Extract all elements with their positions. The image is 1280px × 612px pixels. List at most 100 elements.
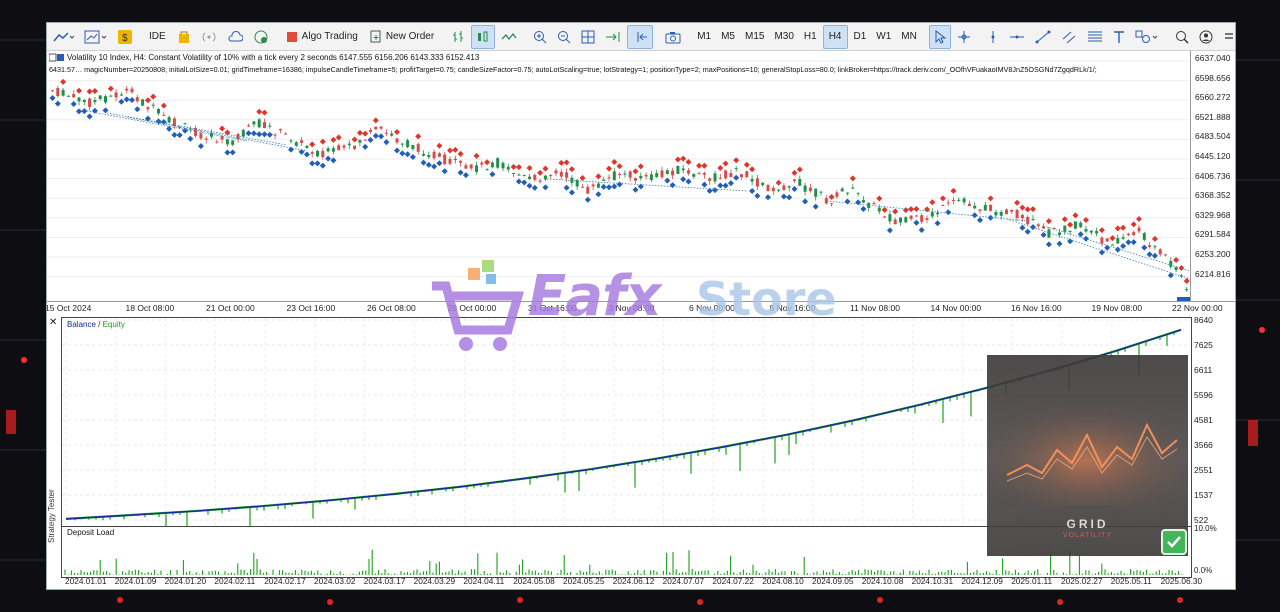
buy-marker [542,184,549,191]
price-scale[interactable]: 6637.040 6598.656 6560.272 6521.888 6483.504… [1190,51,1235,301]
candle-body [581,186,584,188]
candle-body [962,198,966,203]
sell-marker [796,166,803,173]
account-button[interactable] [1195,26,1217,48]
signals-button[interactable] [197,26,221,48]
timeframe-m1[interactable]: M1 [692,31,716,42]
timeframe-m5[interactable]: M5 [716,31,740,42]
chart-template-button[interactable] [80,26,112,48]
candle-body [326,148,330,152]
candle-body [920,215,924,222]
horizontal-line-button[interactable] [1005,26,1029,48]
buy-marker [1077,231,1084,238]
buy-marker [1151,252,1158,259]
timeframe-mn[interactable]: MN [896,31,922,42]
bar-chart-button[interactable] [447,26,469,48]
buy-marker [224,149,231,156]
candle-body [634,178,637,181]
new-order-button[interactable]: New Order [365,26,439,48]
timeframe-h1[interactable]: H1 [799,31,822,42]
price-tick-label: 6253.200 [1195,249,1231,259]
candle-body [1015,209,1019,219]
vps-button[interactable] [223,26,247,48]
sell-marker [876,195,883,202]
volatility-fire-graphic [987,395,1188,505]
vertical-line-button[interactable] [983,26,1003,48]
candle-body [914,215,918,217]
candle-body [247,125,251,127]
text-button[interactable] [1109,26,1129,48]
camera-icon [665,31,681,43]
ea-parameters-line: 6431.57… magicNumber=20250808; initialLo… [49,65,1097,74]
sell-marker [722,160,729,167]
timeframe-d1[interactable]: D1 [849,31,872,42]
buy-marker [288,146,294,153]
sell-marker [372,117,379,124]
autoscroll-icon [606,31,620,42]
channel-button[interactable] [1057,26,1081,48]
buy-marker [945,209,952,216]
chart-shift-button[interactable] [627,24,654,49]
buy-marker [420,159,427,166]
buy-marker [812,203,819,210]
algo-trading-button[interactable]: Algo Trading [281,26,363,48]
zoom-in-button[interactable] [529,26,551,48]
search-button[interactable] [1171,26,1193,48]
buy-marker [722,182,729,189]
buy-marker [134,106,141,113]
sell-marker [881,206,888,213]
timeframe-h4[interactable]: H4 [822,24,848,49]
line-button[interactable] [497,26,521,48]
candle-body [538,180,542,182]
candle-body [273,134,277,136]
candle-body [422,153,425,156]
candle-body [400,143,404,145]
chart-type-button[interactable] [48,26,78,48]
shapes-button[interactable] [1131,26,1163,48]
signal-strength-button[interactable] [1219,26,1235,48]
candle-body [406,140,410,148]
candle-body [437,153,441,157]
candle-body [602,179,606,181]
candle-body [771,187,775,192]
candle-body [681,168,685,171]
screenshot-button[interactable] [661,26,685,48]
candlestick-button[interactable] [471,24,496,49]
signal-icon [202,32,216,41]
candle-body [252,121,256,125]
sell-marker [60,78,67,85]
candle-body [1100,237,1104,244]
candle-body [183,123,187,125]
buy-marker [171,131,178,138]
web-button[interactable] [249,26,273,48]
tile-windows-button[interactable] [577,26,599,48]
sell-marker [791,169,798,176]
dollar-button[interactable]: $ [114,26,136,48]
autoscroll-button[interactable] [601,26,625,48]
buy-marker [86,113,93,120]
timeframe-m15[interactable]: M15 [740,31,769,42]
ide-button[interactable]: IDE [144,26,171,48]
candle-body [278,129,282,131]
toolbar: $ IDE Algo Trading New Order M1 M5 M15 M… [47,23,1235,51]
candle-body [66,95,70,97]
candle-body [909,215,913,219]
candle-body [141,99,145,106]
candle-body [1116,238,1120,244]
candle-body [877,207,881,212]
crosshair-button[interactable] [953,26,975,48]
timeframe-m30[interactable]: M30 [769,31,798,42]
cursor-button[interactable] [928,24,951,49]
close-tester-button[interactable]: ✕ [49,317,57,328]
fibonacci-button[interactable] [1083,26,1107,48]
candle-body [777,189,781,191]
time-tick-label: 22 Nov 00:00 [1172,303,1223,313]
zoom-out-button[interactable] [553,26,575,48]
trendline-button[interactable] [1031,26,1055,48]
market-button[interactable] [173,26,195,48]
price-tick-label: 6406.736 [1195,170,1231,181]
timeframe-w1[interactable]: W1 [871,31,896,42]
candle-body [469,164,473,169]
buy-marker [314,160,321,167]
candle-body [665,170,669,174]
